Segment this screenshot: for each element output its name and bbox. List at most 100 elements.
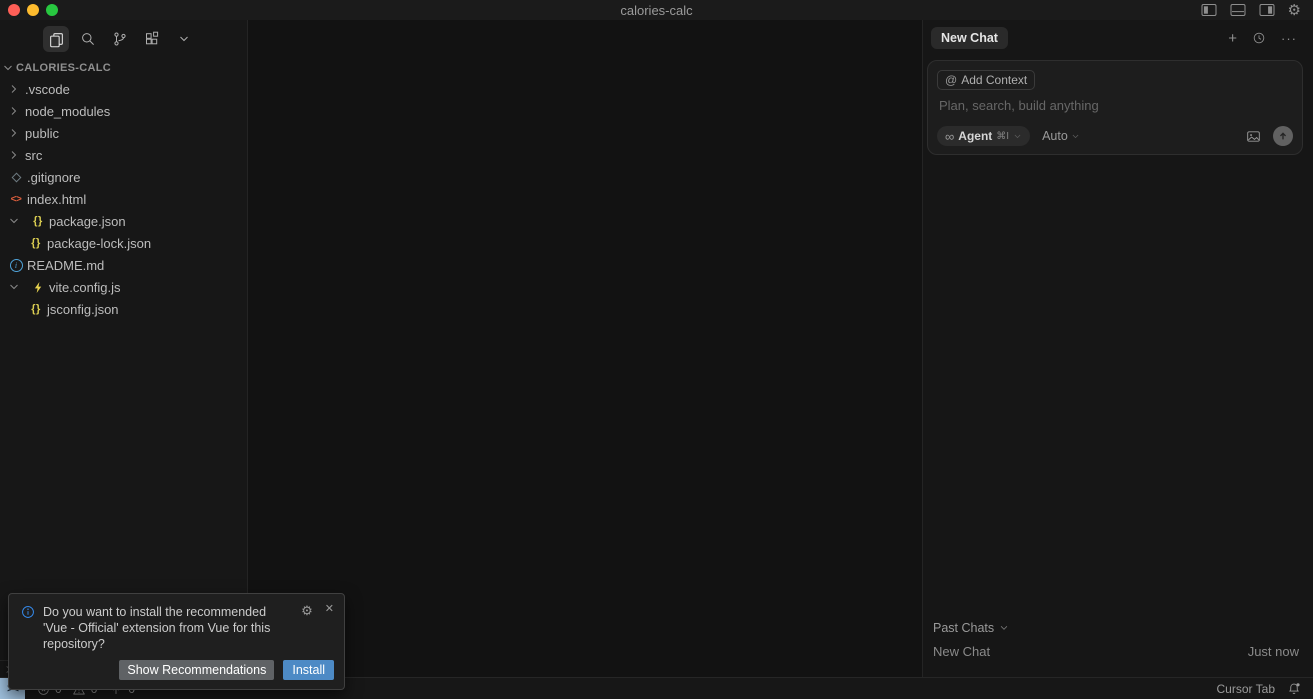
chat-input-right-actions — [1246, 126, 1293, 146]
explorer-section-header[interactable]: CALORIES-CALC — [0, 58, 247, 78]
tree-item-vscode[interactable]: .vscode — [0, 78, 247, 100]
cursor-tab-label[interactable]: Cursor Tab — [1217, 682, 1275, 696]
file-label: .gitignore — [27, 170, 80, 185]
toggle-bottom-panel-icon[interactable] — [1230, 3, 1246, 17]
install-button[interactable]: Install — [283, 660, 334, 680]
file-label: .vscode — [25, 82, 70, 97]
tree-item-node-modules[interactable]: node_modules — [0, 100, 247, 122]
show-recommendations-button[interactable]: Show Recommendations — [119, 660, 274, 680]
infinity-icon: ∞ — [945, 130, 954, 143]
search-icon[interactable] — [75, 26, 101, 52]
json-braces-icon: {} — [28, 237, 44, 249]
attach-image-icon[interactable] — [1246, 129, 1261, 144]
chevron-down-icon — [999, 623, 1009, 633]
statusbar-right: Cursor Tab — [1217, 682, 1301, 696]
chevron-down-icon — [1071, 132, 1080, 141]
toggle-right-panel-icon[interactable] — [1259, 3, 1275, 17]
title-bar: calories-calc ⚙ — [0, 0, 1313, 20]
chat-input-controls: ∞ Agent ⌘I Auto — [937, 126, 1293, 146]
chat-input-placeholder[interactable]: Plan, search, build anything — [937, 98, 1293, 113]
chevron-right-icon — [6, 105, 22, 117]
info-icon — [21, 605, 35, 652]
agent-mode-dropdown[interactable]: ∞ Agent ⌘I — [937, 126, 1030, 146]
agent-shortcut-label: ⌘I — [996, 131, 1009, 142]
sidebar: CALORIES-CALC .vscode node_modulespublic s… — [0, 20, 248, 677]
settings-gear-icon[interactable]: ⚙ — [1288, 3, 1301, 18]
extensions-icon[interactable] — [139, 26, 165, 52]
notifications-bell-icon[interactable] — [1287, 682, 1301, 696]
maximize-window-button[interactable] — [46, 4, 58, 16]
chevron-down-icon — [6, 281, 22, 293]
past-chat-time: Just now — [1248, 644, 1299, 659]
new-chat-plus-icon[interactable]: + — [1228, 31, 1237, 46]
source-control-icon[interactable] — [107, 26, 133, 52]
past-chat-title: New Chat — [933, 644, 990, 659]
file-label: package.json — [49, 214, 126, 229]
explorer-files-icon[interactable] — [43, 26, 69, 52]
file-label: package-lock.json — [47, 236, 151, 251]
past-chats-list: New Chat Just now — [933, 639, 1299, 663]
tree-item-public[interactable]: public — [0, 122, 247, 144]
file-label: src — [25, 148, 42, 163]
file-label: vite.config.js — [49, 280, 121, 295]
agent-label: Agent — [958, 129, 992, 143]
more-options-icon[interactable]: ··· — [1281, 32, 1297, 45]
model-label: Auto — [1042, 129, 1068, 143]
tree-item-gitignore[interactable]: .gitignore — [0, 166, 247, 188]
editor-area[interactable] — [248, 20, 922, 677]
add-context-chip[interactable]: @ Add Context — [937, 70, 1035, 90]
chevron-right-icon — [6, 127, 22, 139]
file-label: index.html — [27, 192, 86, 207]
tree-item-readme-md[interactable]: iREADME.md — [0, 254, 247, 276]
notification-settings-gear-icon[interactable]: ⚙ — [301, 604, 313, 617]
chat-panel: New Chat + ··· @ Add Context Plan, searc… — [922, 20, 1313, 677]
file-label: node_modules — [25, 104, 110, 119]
main-area: CALORIES-CALC .vscode node_modulespublic s… — [0, 20, 1313, 677]
json-braces-icon: {} — [30, 215, 46, 227]
add-context-label: Add Context — [961, 73, 1027, 87]
window-title: calories-calc — [0, 3, 1313, 18]
html-brackets-icon: <> — [8, 194, 24, 205]
notification-close-icon[interactable]: ✕ — [325, 604, 334, 615]
past-chats-label: Past Chats — [933, 621, 994, 635]
notification-toast: Do you want to install the recommended '… — [8, 593, 345, 690]
chevron-down-icon — [2, 62, 14, 74]
toggle-left-panel-icon[interactable] — [1201, 3, 1217, 17]
chat-history-area — [923, 155, 1313, 617]
file-label: public — [25, 126, 59, 141]
git-diamond-icon — [8, 174, 24, 181]
chevron-right-icon — [6, 149, 22, 161]
tree-item-package-json[interactable]: {}package.json — [0, 210, 247, 232]
model-dropdown[interactable]: Auto — [1042, 129, 1080, 143]
history-clock-icon[interactable] — [1252, 31, 1266, 45]
chevron-down-icon — [6, 215, 22, 227]
send-button[interactable] — [1273, 126, 1293, 146]
traffic-lights — [8, 4, 58, 16]
close-window-button[interactable] — [8, 4, 20, 16]
tree-item-index-html[interactable]: <>index.html — [0, 188, 247, 210]
json-braces-icon: {} — [28, 303, 44, 315]
tree-item-vite-config-js[interactable]: vite.config.js — [0, 276, 247, 298]
notification-message: Do you want to install the recommended '… — [43, 604, 287, 652]
vite-bolt-icon — [30, 281, 46, 294]
tab-new-chat[interactable]: New Chat — [931, 27, 1008, 49]
tree-item-package-lock-json[interactable]: {}package-lock.json — [0, 232, 247, 254]
more-views-chevron-icon[interactable] — [171, 26, 197, 52]
titlebar-actions: ⚙ — [1201, 0, 1301, 20]
info-circle-icon: i — [8, 259, 24, 272]
at-sign-icon: @ — [945, 73, 957, 87]
past-chats-section: Past Chats New Chat Just now — [923, 617, 1313, 677]
minimize-window-button[interactable] — [27, 4, 39, 16]
file-label: README.md — [27, 258, 104, 273]
tree-item-src[interactable]: src — [0, 144, 247, 166]
chat-input-box[interactable]: @ Add Context Plan, search, build anythi… — [927, 60, 1303, 155]
chat-toolbar: New Chat + ··· — [923, 20, 1313, 56]
past-chat-item[interactable]: New Chat Just now — [933, 639, 1299, 663]
chat-toolbar-actions: + ··· — [1228, 31, 1297, 46]
tree-item-jsconfig-json[interactable]: {}jsconfig.json — [0, 298, 247, 320]
project-name-label: CALORIES-CALC — [16, 62, 111, 74]
chevron-right-icon — [6, 83, 22, 95]
chevron-down-icon — [1013, 132, 1022, 141]
file-label: jsconfig.json — [47, 302, 119, 317]
past-chats-header[interactable]: Past Chats — [933, 617, 1299, 639]
